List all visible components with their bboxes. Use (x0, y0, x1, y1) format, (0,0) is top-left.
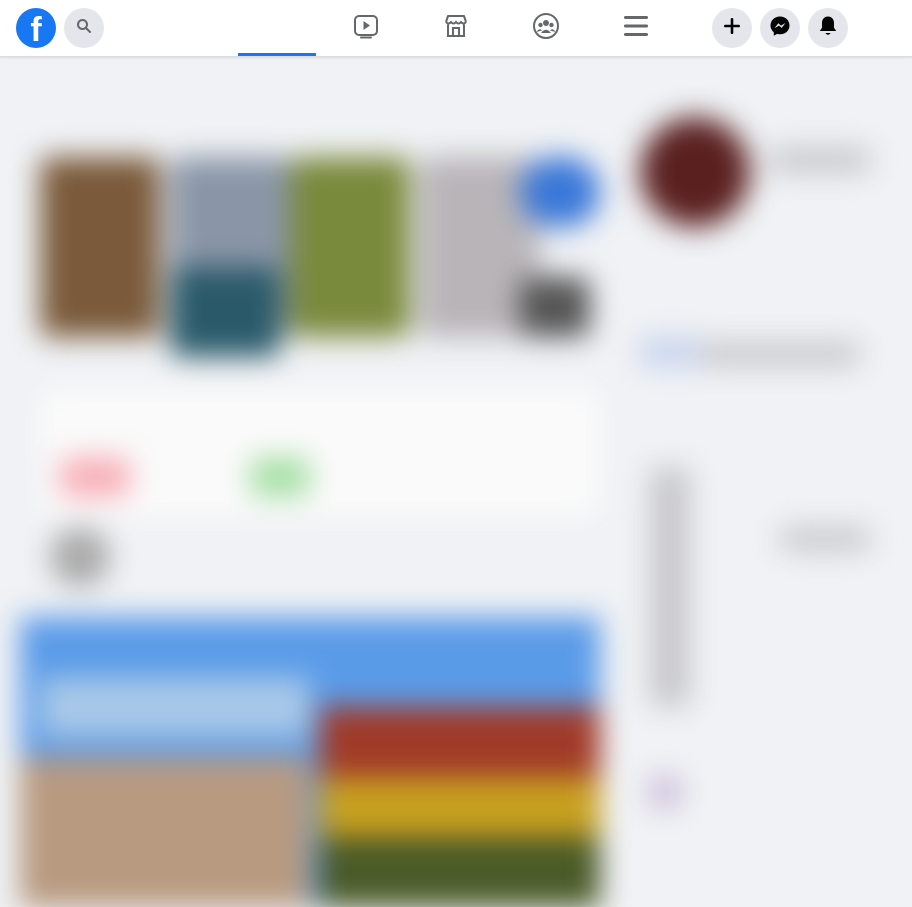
top-navigation-bar: f (0, 0, 912, 57)
sidebar-line (650, 777, 680, 807)
avatar (50, 527, 110, 587)
tab-home[interactable] (238, 0, 316, 56)
post-image (320, 777, 600, 837)
menu-icon (623, 14, 649, 43)
post-image (20, 757, 310, 907)
composer-action (60, 457, 130, 497)
create-button[interactable] (712, 8, 752, 48)
composer-action (250, 457, 310, 497)
sidebar-line (650, 467, 690, 707)
blurred-feed-content (0, 57, 912, 907)
bell-icon (818, 15, 838, 42)
story-card (520, 277, 590, 337)
messenger-icon (769, 15, 791, 42)
story-card (290, 157, 410, 337)
search-icon (76, 18, 92, 39)
shop-icon (443, 13, 469, 44)
post-composer (40, 387, 600, 517)
post-image (320, 837, 600, 907)
sidebar-line (700, 342, 860, 366)
tab-marketplace[interactable] (417, 0, 495, 56)
tab-groups[interactable] (507, 0, 585, 56)
story-card (170, 267, 280, 357)
avatar (640, 117, 750, 227)
tab-menu[interactable] (597, 0, 675, 56)
search-button[interactable] (64, 8, 104, 48)
story-next-button (520, 157, 600, 227)
sidebar-line (780, 527, 870, 551)
tab-watch[interactable] (327, 0, 405, 56)
sidebar-line (640, 337, 700, 367)
notifications-button[interactable] (808, 8, 848, 48)
post-image (320, 707, 600, 787)
logo-letter: f (30, 11, 42, 48)
plus-icon (723, 17, 741, 40)
video-icon (353, 13, 379, 44)
post-image (40, 677, 310, 737)
messenger-button[interactable] (760, 8, 800, 48)
facebook-logo[interactable]: f (16, 8, 56, 48)
groups-icon (532, 12, 560, 45)
sidebar-line (770, 147, 870, 173)
story-card (40, 157, 160, 337)
